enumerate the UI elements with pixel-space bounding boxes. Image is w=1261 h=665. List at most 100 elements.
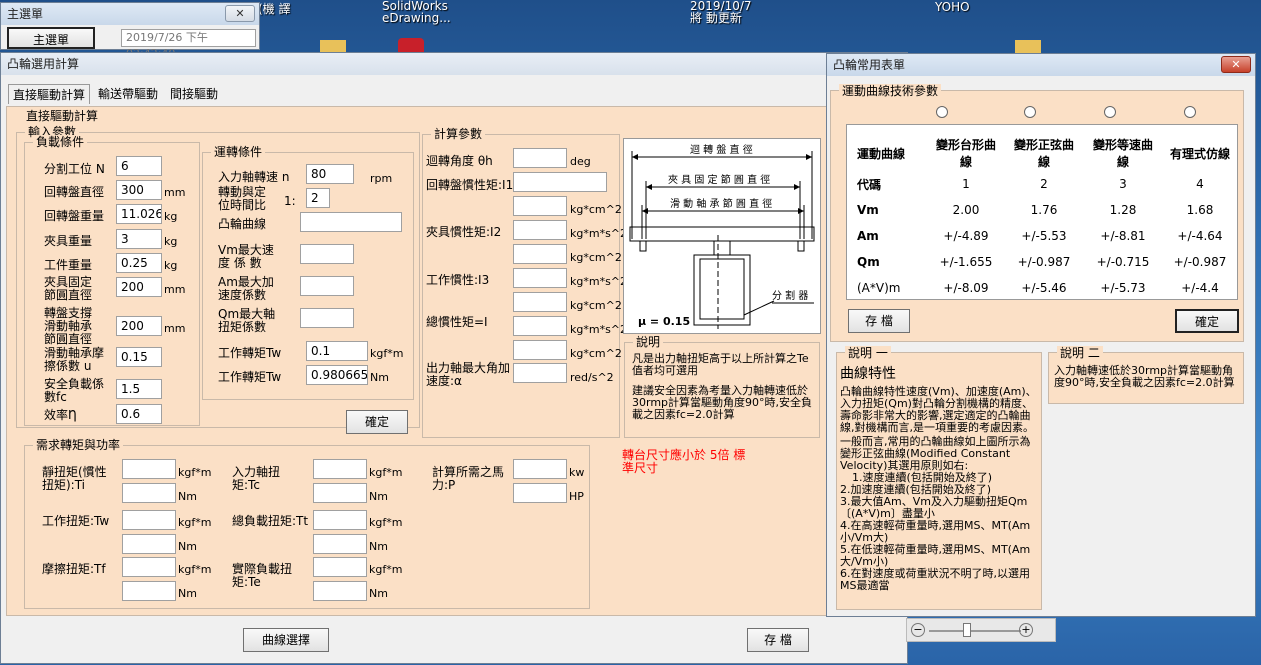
- main-menu-titlebar: 主選單 ✕: [1, 3, 259, 25]
- angular-accel-output[interactable]: [513, 363, 567, 383]
- table-save-button[interactable]: 存 檔: [848, 309, 910, 333]
- workpiece-inertia-output[interactable]: [513, 268, 567, 288]
- desktop-label[interactable]: (機 譯: [258, 0, 291, 17]
- qm-coef-input[interactable]: [300, 308, 354, 328]
- close-icon[interactable]: ✕: [225, 5, 255, 22]
- field-label: 回轉盤慣性矩:I1: [426, 178, 514, 192]
- field-label: 轉動與定位時間比: [218, 185, 267, 212]
- workpiece-weight-input[interactable]: 0.25: [116, 253, 162, 273]
- work-torque-kgfm-output[interactable]: [122, 510, 176, 530]
- table-weight-input[interactable]: 11.026: [116, 204, 162, 224]
- tab-indirect-drive[interactable]: 間接驅動: [166, 84, 222, 104]
- curve-radio-3[interactable]: [1104, 106, 1116, 118]
- actual-torque-kgfm-output[interactable]: [313, 557, 367, 577]
- table-cell: 3: [1119, 177, 1127, 191]
- note1-title: 曲線特性: [840, 366, 896, 382]
- zoom-thumb[interactable]: [963, 623, 971, 637]
- table-header-cell: 變形等速曲 線: [1092, 138, 1153, 169]
- total-torque-nm-output[interactable]: [313, 534, 367, 554]
- tab-direct-drive[interactable]: 直接驅動計算: [8, 84, 91, 104]
- input-speed-input[interactable]: 80: [306, 164, 354, 184]
- total-torque-kgfm-output[interactable]: [313, 510, 367, 530]
- input-torque-kgfm-output[interactable]: [313, 459, 367, 479]
- unit-label: Nm: [178, 490, 197, 503]
- confirm-button[interactable]: 確定: [346, 410, 408, 434]
- efficiency-input[interactable]: 0.6: [116, 404, 162, 424]
- fixture-inertia-output[interactable]: [513, 220, 567, 240]
- note1-line: 凸輪曲線特性速度(Vm)、加速度(Am)、入力扭矩(Qm)對凸輪分割機構的精度、…: [840, 385, 1037, 434]
- work-torque-kgfm-input[interactable]: 0.1: [306, 341, 368, 361]
- friction-coef-input[interactable]: 0.15: [116, 347, 162, 367]
- field-label: Qm最大軸扭矩係數: [218, 307, 276, 334]
- table-cell: +/-8.81: [1100, 229, 1146, 243]
- static-torque-nm-output[interactable]: [122, 483, 176, 503]
- friction-torque-nm-output[interactable]: [122, 581, 176, 601]
- zoom-slider[interactable]: − +: [906, 618, 1056, 642]
- curve-radio-2[interactable]: [1024, 106, 1036, 118]
- time-ratio-input[interactable]: 2: [306, 188, 330, 208]
- main-menu-button[interactable]: 主選單: [7, 27, 95, 49]
- station-count-input[interactable]: 6: [116, 156, 162, 176]
- field-label: 入力軸扭矩:Tc: [232, 465, 281, 492]
- explain-label: 說明: [633, 335, 664, 349]
- field-label: 滑動軸承摩擦係數 u: [44, 346, 105, 373]
- field-label: Vm最大速度 係 數: [218, 243, 274, 270]
- vm-coef-input[interactable]: [300, 244, 354, 264]
- power-kw-output[interactable]: [513, 459, 567, 479]
- close-icon[interactable]: ✕: [1221, 56, 1251, 73]
- unit-label: mm: [164, 186, 186, 199]
- demand-torque-label: 需求轉矩與功率: [33, 438, 124, 452]
- unit-label: kw: [569, 466, 585, 479]
- table-confirm-button[interactable]: 確定: [1175, 309, 1239, 333]
- friction-torque-kgfm-output[interactable]: [122, 557, 176, 577]
- tab-belt-drive[interactable]: 輸送帶驅動: [94, 84, 162, 104]
- unit-label: kg*m*s^2: [570, 275, 628, 288]
- table-inertia-output[interactable]: [513, 172, 607, 192]
- work-torque-nm-input[interactable]: 0.980665: [306, 365, 368, 385]
- total-inertia-cm-output[interactable]: [513, 340, 567, 360]
- save-button[interactable]: 存 檔: [747, 628, 809, 652]
- zoom-in-icon[interactable]: +: [1019, 623, 1033, 637]
- rotation-angle-output[interactable]: [513, 148, 567, 168]
- desktop-label[interactable]: SolidWorks eDrawing...: [382, 0, 462, 24]
- indexer-diagram: 迴 轉 盤 直 徑 夾 具 固 定 節 圓 直 徑 滑 動 軸 承 節 圓 直 …: [623, 138, 821, 334]
- table-inertia-cm-output[interactable]: [513, 196, 567, 216]
- zoom-out-icon[interactable]: −: [911, 623, 925, 637]
- power-hp-output[interactable]: [513, 483, 567, 503]
- fixture-weight-input[interactable]: 3: [116, 229, 162, 249]
- field-label: 工作慣性:I3: [426, 273, 490, 287]
- cam-curve-input[interactable]: [300, 212, 402, 232]
- total-inertia-output[interactable]: [513, 316, 567, 336]
- safety-factor-input[interactable]: 1.5: [116, 379, 162, 399]
- field-label: 實際負載扭矩:Te: [232, 562, 293, 589]
- table-cell: +/-5.73: [1100, 281, 1146, 295]
- table-diameter-input[interactable]: 300: [116, 180, 162, 200]
- calc-titlebar: 凸輪選用計算: [1, 53, 907, 75]
- field-label: 夾具重量: [44, 234, 93, 248]
- field-label: 凸輪曲線: [218, 217, 267, 231]
- zoom-track[interactable]: [929, 630, 1021, 632]
- table-cell: 代碼: [857, 177, 882, 192]
- unit-label: kg: [164, 235, 178, 248]
- actual-torque-nm-output[interactable]: [313, 581, 367, 601]
- curve-radio-1[interactable]: [936, 106, 948, 118]
- fixture-pcd-input[interactable]: 200: [116, 277, 162, 297]
- am-coef-input[interactable]: [300, 276, 354, 296]
- bearing-pcd-input[interactable]: 200: [116, 316, 162, 336]
- desktop-label[interactable]: 2019/10/7 將 動更新: [690, 0, 760, 24]
- input-torque-nm-output[interactable]: [313, 483, 367, 503]
- workpiece-inertia-cm-output[interactable]: [513, 292, 567, 312]
- fixture-inertia-cm-output[interactable]: [513, 244, 567, 264]
- curve-select-button[interactable]: 曲線選擇: [243, 628, 329, 652]
- table-row: Vm 2.00 1.76 1.28 1.68: [847, 197, 1237, 223]
- operating-conditions-label: 運轉條件: [211, 145, 266, 159]
- desktop-label[interactable]: YOHO: [935, 0, 970, 14]
- table-cell: 2: [1040, 177, 1048, 191]
- work-torque-nm-output[interactable]: [122, 534, 176, 554]
- static-torque-kgfm-output[interactable]: [122, 459, 176, 479]
- field-label: 計算所需之馬力:P: [432, 465, 505, 492]
- curve-radio-4[interactable]: [1184, 106, 1196, 118]
- table-row: (A*V)m +/-8.09 +/-5.46 +/-5.73 +/-4.4: [847, 275, 1237, 301]
- size-warning: 轉台尺寸應小於 5倍 標準尺寸: [622, 448, 746, 475]
- note2-label: 說明 二: [1057, 346, 1103, 360]
